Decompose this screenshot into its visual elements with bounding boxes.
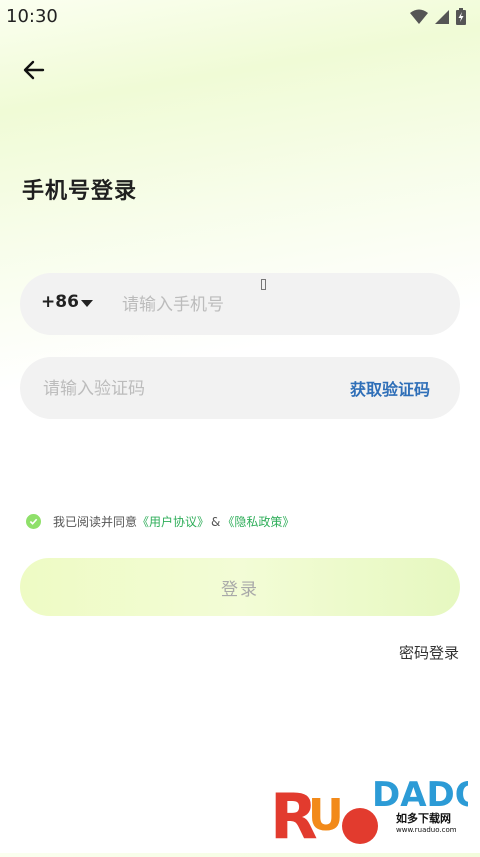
phone-field[interactable]: +86 — [20, 273, 460, 335]
arrow-left-icon — [23, 60, 45, 80]
watermark-url: www.ruaduo.com — [396, 826, 457, 834]
status-time: 10:30 — [6, 6, 58, 27]
get-code-button[interactable]: 获取验证码 — [350, 376, 430, 400]
status-bar: 10:30 — [0, 0, 480, 34]
back-button[interactable] — [18, 54, 50, 86]
verification-code-input[interactable] — [41, 373, 325, 405]
wifi-icon — [410, 9, 428, 24]
password-login-link[interactable]: 密码登录 — [399, 642, 459, 663]
svg-text:U: U — [308, 790, 344, 841]
watermark-subtitle: 如多下载网 — [396, 812, 451, 825]
page-title: 手机号登录 — [22, 179, 138, 204]
phone-input[interactable] — [120, 289, 424, 321]
caret-down-icon[interactable] — [81, 300, 93, 307]
code-field[interactable]: 获取验证码 — [20, 357, 460, 419]
check-icon — [29, 518, 38, 525]
agreement-checkbox[interactable] — [26, 514, 41, 529]
battery-icon — [456, 8, 466, 25]
agreement-separator: & — [211, 514, 221, 529]
country-code-selector[interactable]: +86 — [41, 292, 79, 312]
user-agreement-link[interactable]: 《用户协议》 — [137, 513, 209, 530]
login-button[interactable]: 登录 — [20, 558, 460, 616]
status-icons — [410, 8, 466, 25]
signal-icon — [435, 9, 449, 24]
svg-text:DADO: DADO — [372, 775, 468, 815]
agreement-row: 我已阅读并同意 《用户协议》 & 《隐私政策》 — [26, 513, 294, 530]
watermark-logo: R U DADO 如多下载网 www.ruaduo.com — [268, 768, 480, 853]
privacy-policy-link[interactable]: 《隐私政策》 — [222, 513, 294, 530]
agreement-text: 我已阅读并同意 — [53, 515, 138, 529]
cursor-marker — [261, 279, 266, 290]
